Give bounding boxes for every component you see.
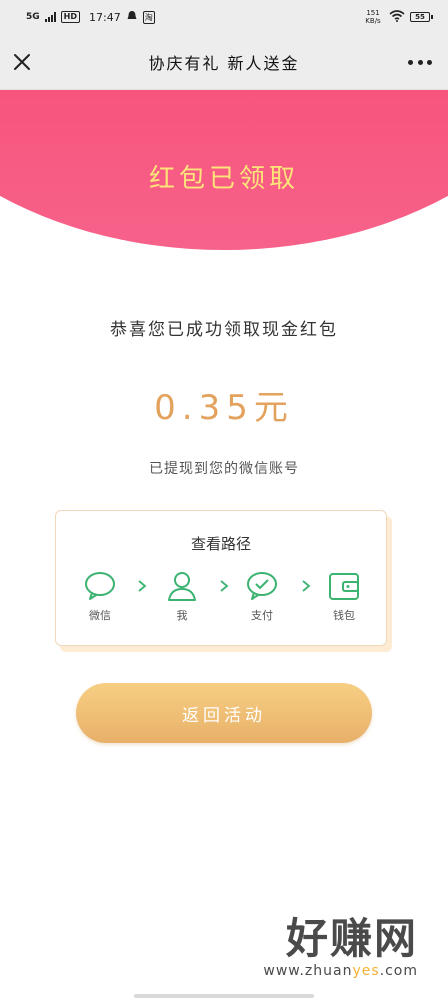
battery-level: 55 xyxy=(415,13,425,21)
path-step-label: 微信 xyxy=(89,609,111,622)
wifi-icon xyxy=(389,9,405,25)
watermark-brand: 好赚网 xyxy=(285,914,418,963)
amount-value: 0.35元 xyxy=(154,388,294,428)
page-title: 协庆有礼 新人送金 xyxy=(148,53,300,73)
network-label: 5G xyxy=(26,12,40,22)
net-speed: 151 KB/s xyxy=(365,9,381,25)
hd-badge: HD xyxy=(60,11,80,23)
signal-icon xyxy=(44,12,56,22)
watermark-url-suffix: .com xyxy=(379,963,418,979)
watermark-url: www.zhuanyes.com xyxy=(236,963,418,979)
nav-bar: 协庆有礼 新人送金 xyxy=(0,34,448,90)
app-icon: 淘 xyxy=(142,10,155,24)
congrats-text: 恭喜您已成功领取现金红包 xyxy=(110,320,338,340)
path-step-label: 我 xyxy=(176,609,188,622)
path-card-title: 查看路径 xyxy=(190,535,251,553)
chevron-right-icon xyxy=(136,577,148,592)
status-time: 17:47 xyxy=(89,10,121,24)
chevron-right-icon xyxy=(300,577,312,592)
more-icon[interactable] xyxy=(408,50,432,74)
path-step-label: 钱包 xyxy=(333,609,355,622)
withdrawn-text: 已提现到您的微信账号 xyxy=(149,461,299,477)
path-step-me: 我 xyxy=(154,569,210,623)
battery-icon: 55 xyxy=(410,12,433,22)
user-icon xyxy=(165,569,199,603)
home-indicator[interactable] xyxy=(134,994,314,998)
chevron-right-icon xyxy=(218,577,230,592)
pay-check-icon xyxy=(245,569,279,603)
banner-title: 红包已领取 xyxy=(148,164,299,194)
path-step-wallet: 钱包 xyxy=(316,569,372,623)
path-card: 查看路径 微信 我 支付 钱包 xyxy=(55,510,387,646)
return-to-activity-button[interactable]: 返回活动 xyxy=(76,683,372,743)
path-step-pay: 支付 xyxy=(234,569,290,623)
watermark: 好赚网 www.zhuanyes.com xyxy=(236,915,418,995)
path-step-wechat: 微信 xyxy=(72,569,128,623)
notification-icon xyxy=(126,10,138,25)
status-bar: 5G HD 17:47 淘 151 KB/s 55 xyxy=(0,0,448,34)
close-icon[interactable] xyxy=(10,50,34,74)
banner: 红包已领取 xyxy=(0,90,448,270)
path-step-label: 支付 xyxy=(251,609,273,622)
wallet-icon xyxy=(327,569,361,603)
watermark-url-highlight: yes xyxy=(352,963,380,979)
wechat-icon xyxy=(83,569,117,603)
watermark-url-prefix: www.zhuan xyxy=(263,963,353,979)
